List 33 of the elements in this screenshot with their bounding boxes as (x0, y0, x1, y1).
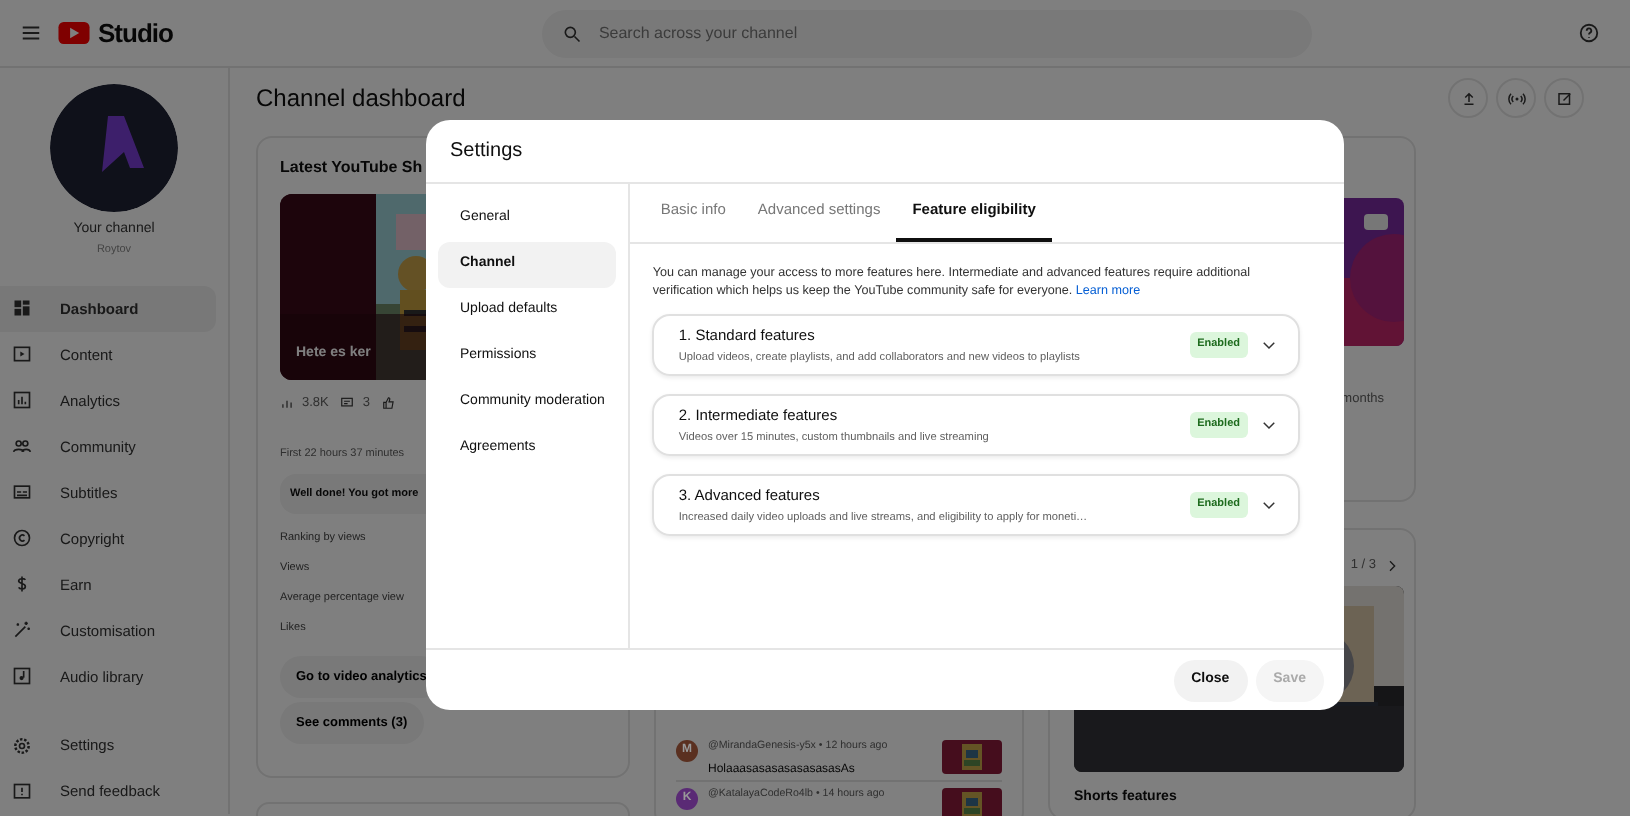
search-field[interactable]: Search across your channel (598, 21, 1199, 45)
channel-avatar (50, 84, 178, 212)
people-icon (12, 436, 32, 457)
comment-icon (340, 396, 355, 411)
upload-icon (1459, 89, 1477, 107)
page-title: Channel dashboard (256, 83, 466, 113)
play-square-icon (12, 344, 32, 365)
search-bar[interactable]: Search across your channel (542, 9, 1313, 57)
next-button[interactable] (1384, 558, 1400, 574)
music-note-icon (12, 666, 32, 687)
live-button[interactable] (1496, 78, 1536, 118)
grid-icon (12, 298, 32, 319)
bar-chart-icon (280, 396, 294, 411)
subtitles-icon (12, 482, 32, 503)
gear-icon (12, 735, 32, 755)
bar-chart-icon (12, 390, 32, 411)
help-icon[interactable] (1578, 22, 1600, 44)
edit-icon (1555, 89, 1573, 107)
logo-text: Studio (98, 15, 173, 52)
logo-icon (58, 22, 90, 44)
copyright-icon (12, 528, 32, 549)
live-icon (1507, 89, 1525, 107)
card-title: Latest YouTube Sh (280, 156, 423, 180)
dollar-icon (12, 574, 32, 595)
menu-icon[interactable] (20, 22, 42, 44)
dialog-title: Settings (450, 138, 523, 166)
feedback-icon (12, 781, 32, 801)
wand-icon (12, 620, 32, 641)
search-icon (562, 23, 583, 43)
upload-button[interactable] (1448, 78, 1488, 118)
thumbs-up-icon (382, 396, 396, 411)
chevron-right-icon (1384, 558, 1400, 574)
edit-button[interactable] (1544, 78, 1584, 118)
